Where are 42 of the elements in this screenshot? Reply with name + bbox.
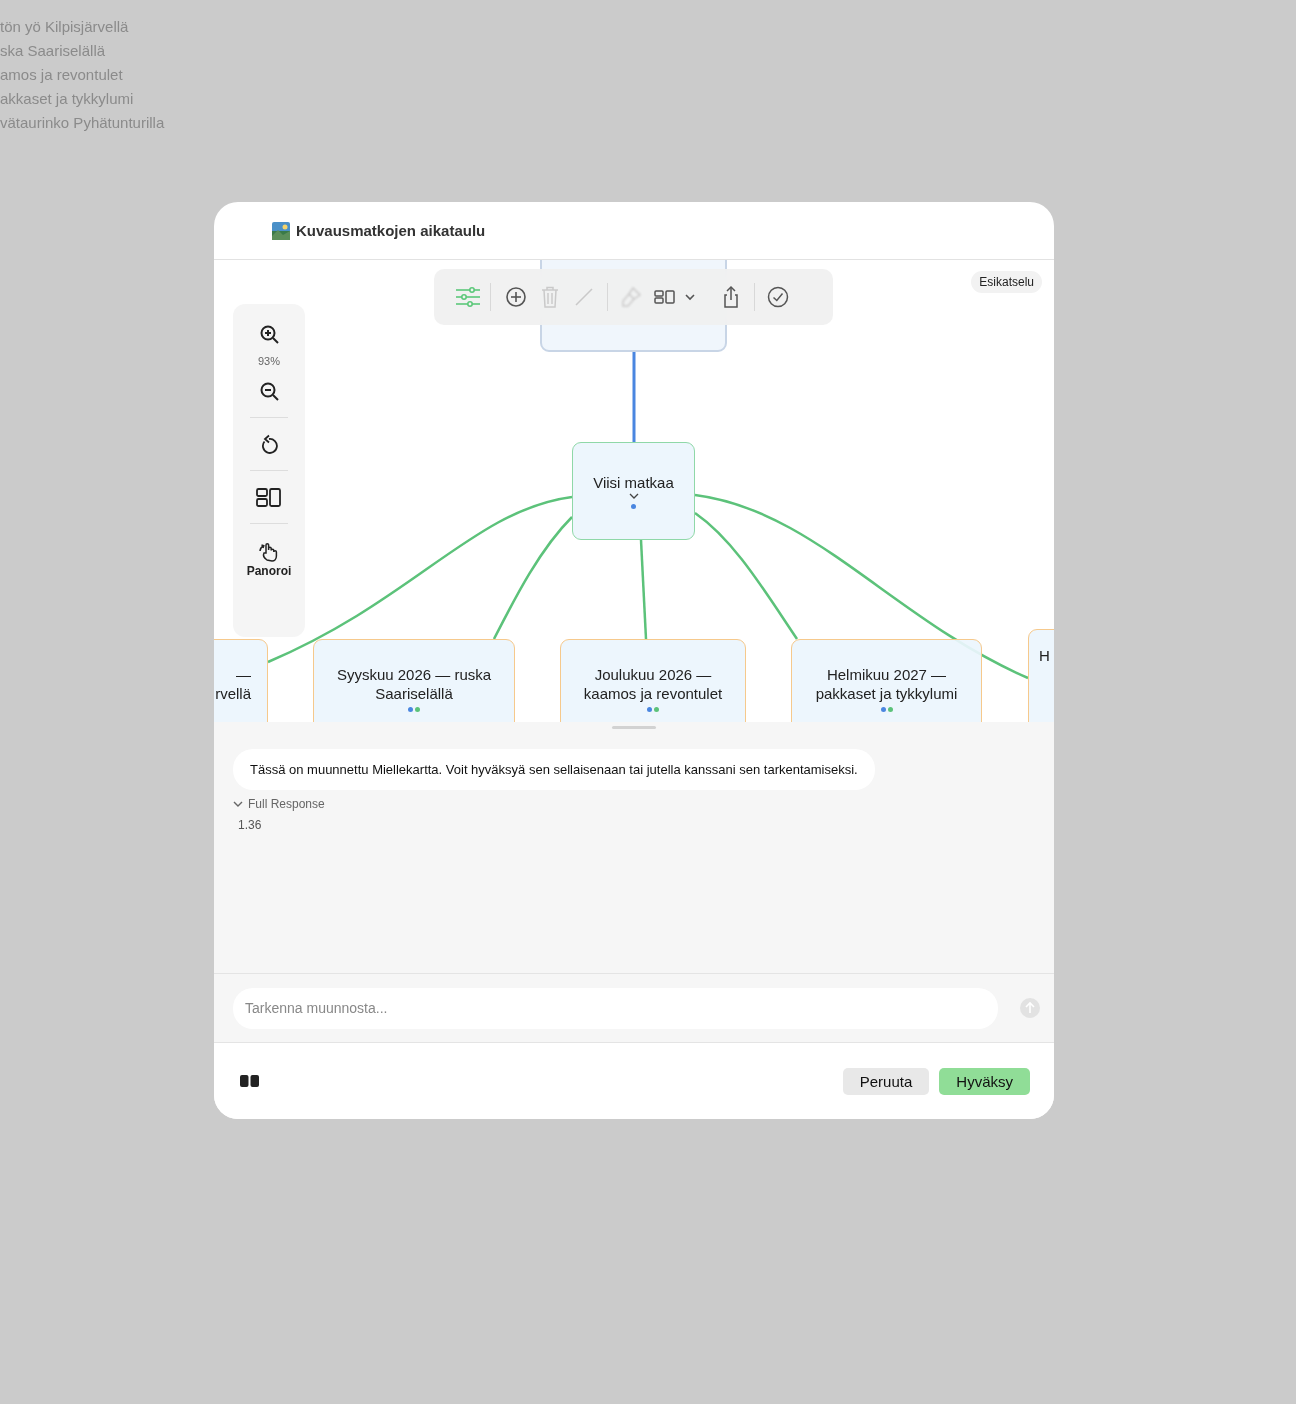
mindmap-node[interactable]: — rvellä	[214, 639, 268, 722]
mindmap-node[interactable]: Joulukuu 2026 — kaamos ja revontulet	[560, 639, 746, 722]
add-icon[interactable]	[503, 284, 529, 310]
zoom-in-icon[interactable]	[259, 324, 279, 344]
window-title: Kuvausmatkojen aikataulu	[296, 222, 486, 239]
node-label: Viisi matkaa	[593, 473, 674, 492]
accept-button[interactable]: Hyväksy	[939, 1067, 1030, 1095]
node-label: —	[236, 665, 251, 684]
picture-icon	[272, 221, 290, 240]
node-label: Saariselällä	[375, 684, 453, 703]
node-label: rvellä	[215, 684, 251, 703]
mindmap-node[interactable]: Viisi matkaa	[572, 442, 695, 540]
list-item: ska Saariselällä	[0, 41, 106, 61]
chevron-down-icon[interactable]	[627, 492, 640, 500]
response-value: 1.36	[238, 818, 263, 832]
list-item: vätaurinko Pyhätunturilla	[0, 113, 165, 133]
mindmap-node[interactable]: Syyskuu 2026 — ruska Saariselällä	[313, 639, 515, 722]
node-label: Helmikuu 2027 —	[826, 665, 947, 684]
zoom-level: 93%	[258, 355, 280, 367]
layout-icon[interactable]	[256, 487, 282, 507]
node-label: Joulukuu 2026 —	[594, 665, 712, 684]
mindmap-node[interactable]: H	[1028, 629, 1054, 722]
resize-handle[interactable]	[612, 726, 656, 729]
reset-icon[interactable]	[260, 434, 278, 454]
full-response-toggle[interactable]: Full Response	[233, 797, 1054, 811]
message-bubble: Tässä on muunnettu Miellekartta. Voit hyväksyä sen sellaisenaan tai jutella kanssani sen tarkentamiseksi.	[233, 749, 875, 790]
list-item: tön yö Kilpisjärvellä	[0, 17, 129, 37]
sliders-icon[interactable]	[454, 284, 480, 310]
mindmap-node[interactable]: Helmikuu 2027 — pakkaset ja tykkylumi	[791, 639, 982, 722]
list-item: amos ja revontulet	[0, 65, 123, 85]
preview-badge: Esikatselu	[971, 271, 1042, 293]
pan-label: Panoroi	[246, 564, 292, 578]
list-item: akkaset ja tykkylumi	[0, 89, 134, 109]
node-label: kaamos ja revontulet	[583, 684, 723, 703]
zoom-out-icon[interactable]	[259, 381, 279, 401]
sidebar-icon[interactable]	[240, 1074, 259, 1088]
node-label: H	[1039, 646, 1050, 665]
checkmark-icon[interactable]	[765, 284, 791, 310]
cancel-button[interactable]: Peruuta	[842, 1067, 930, 1095]
node-label: Syyskuu 2026 — ruska	[336, 665, 492, 684]
refine-input-field[interactable]: Tarkenna muunnosta...	[233, 987, 998, 1029]
node-label: pakkaset ja tykkylumi	[815, 684, 958, 703]
